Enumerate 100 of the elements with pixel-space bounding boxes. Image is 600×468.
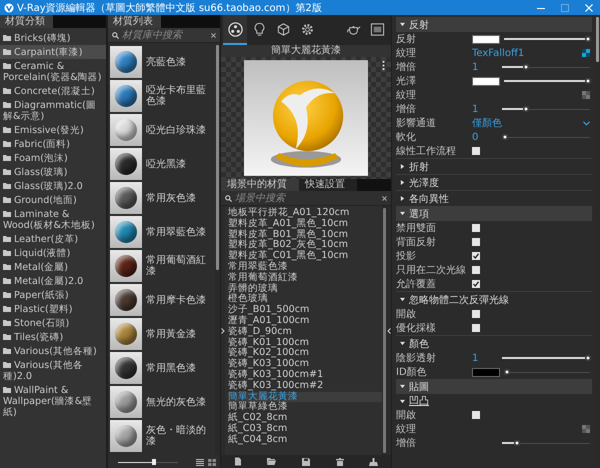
category-item[interactable]: Various(其他各種)2.0: [0, 358, 106, 383]
scene-material-item[interactable]: 簡單草綠色漆: [228, 402, 382, 414]
scene-material-item[interactable]: 瓷磚_K01_100cm: [228, 338, 382, 348]
scene-material-item[interactable]: 瀝青_A01_100cm: [228, 316, 382, 327]
section-header[interactable]: 顏色: [396, 335, 592, 351]
section-header[interactable]: 折射: [396, 158, 592, 174]
panel-tab[interactable]: 材質列表: [108, 15, 161, 28]
scene-material-item[interactable]: 瓷磚_K03_100cm#1: [228, 370, 382, 381]
slider[interactable]: [502, 134, 590, 140]
close-icon[interactable]: [584, 2, 594, 12]
scene-material-item[interactable]: 橙色玻璃: [228, 294, 382, 306]
category-item[interactable]: Liquid(液體): [0, 246, 106, 260]
material-item[interactable]: 常用黃金漆: [110, 318, 215, 350]
category-item[interactable]: Ceramic & Porcelain(瓷器&陶器): [0, 59, 106, 84]
category-item[interactable]: Paper(紙張): [0, 288, 106, 302]
scene-material-item[interactable]: 地板平行拼花_A01_120cm: [228, 208, 382, 219]
checkbox[interactable]: [472, 280, 480, 288]
clear-icon[interactable]: [211, 32, 216, 38]
checkbox[interactable]: [472, 310, 480, 318]
slider[interactable]: [502, 355, 590, 361]
scene-material-item[interactable]: 塑料皮革_B01_黑色_10cm: [228, 230, 382, 240]
section-header[interactable]: 選項: [396, 206, 592, 221]
slider-thumb[interactable]: [514, 440, 520, 446]
scene-material-item[interactable]: 瓷磚_D_90cm: [228, 326, 382, 338]
channel-dropdown[interactable]: 僅顏色: [472, 116, 502, 130]
scene-material-item[interactable]: 瓷磚_K03_100cm: [228, 359, 382, 370]
search-input[interactable]: 場景中搜索: [235, 192, 379, 204]
scene-material-item[interactable]: 塑料皮革_B02_灰色_10cm: [228, 240, 382, 252]
color-swatch[interactable]: [472, 76, 500, 86]
section-header[interactable]: 忽略物體二次反彈光線: [396, 291, 592, 307]
scene-material-item[interactable]: 常用翠藍色漆: [228, 262, 382, 273]
folder-icon[interactable]: [267, 458, 276, 465]
scene-material-item[interactable]: 瓷磚_K03_100cm#2: [228, 380, 382, 392]
category-item[interactable]: Tiles(瓷磚): [0, 330, 106, 344]
scene-material-item[interactable]: 弄髒的玻璃: [228, 284, 382, 294]
list-view-icon[interactable]: [196, 458, 204, 466]
category-item[interactable]: WallPaint & Wallpaper(牆漆&壁紙): [0, 383, 106, 419]
material-item[interactable]: 常用葡萄酒紅漆: [110, 250, 215, 282]
material-item[interactable]: 灰色・暗淡的漆: [110, 420, 215, 452]
texture-map-icon[interactable]: [582, 49, 590, 57]
checkbox[interactable]: [472, 411, 480, 419]
slider-thumb[interactable]: [522, 106, 529, 112]
checkbox[interactable]: [472, 147, 480, 155]
search-field[interactable]: 材質庫中搜索: [108, 28, 220, 43]
scene-material-item[interactable]: 紙_C03_8cm: [228, 424, 382, 435]
slider[interactable]: [504, 369, 590, 375]
scene-material-item[interactable]: 常用葡萄酒紅漆: [228, 272, 382, 284]
scene-material-item[interactable]: 簡單大麗花黃漆: [228, 392, 382, 402]
category-item[interactable]: Emissive(發光): [0, 123, 106, 137]
category-item[interactable]: Foam(泡沫): [0, 151, 106, 165]
category-item[interactable]: Bricks(磚塊): [0, 31, 106, 45]
scene-material-item[interactable]: 瓷磚_K02_100cm: [228, 348, 382, 360]
material-item[interactable]: 常用灰色漆: [110, 182, 215, 214]
search-field[interactable]: 場景中搜索: [221, 191, 391, 206]
section-header[interactable]: 貼圖: [396, 379, 592, 394]
checkbox[interactable]: [472, 324, 480, 332]
category-item[interactable]: Glass(玻璃)2.0: [0, 179, 106, 193]
panel-tab[interactable]: 材質分類: [0, 15, 53, 28]
scene-material-item[interactable]: 塑料皮革_A01_黑色_10cm: [228, 218, 382, 230]
material-item[interactable]: 啞光白珍珠漆: [110, 114, 215, 146]
checkbox[interactable]: [472, 238, 480, 246]
category-item[interactable]: Ground(地面): [0, 193, 106, 207]
toolbar-tab[interactable]: [223, 15, 247, 45]
new-file-icon[interactable]: [234, 457, 242, 466]
search-input[interactable]: 材質庫中搜索: [122, 29, 208, 41]
tab[interactable]: 場景中的材質: [221, 179, 299, 191]
trash-icon[interactable]: [336, 458, 344, 466]
category-item[interactable]: Leather(皮革): [0, 232, 106, 246]
category-item[interactable]: Metal(金屬): [0, 260, 106, 274]
slider-thumb[interactable]: [522, 64, 529, 70]
slider[interactable]: [504, 78, 590, 84]
material-item[interactable]: 亮藍色漆: [110, 46, 215, 78]
category-item[interactable]: Concrete(混凝土): [0, 84, 106, 98]
slider[interactable]: [504, 36, 590, 42]
scrollbar[interactable]: [382, 206, 387, 455]
material-item[interactable]: 常用黑色漆: [110, 352, 215, 384]
color-swatch[interactable]: [472, 34, 500, 44]
slider-thumb[interactable]: [502, 134, 508, 140]
slider-thumb[interactable]: [584, 36, 591, 42]
slider-thumb[interactable]: [584, 78, 591, 84]
chevron-down-icon[interactable]: [583, 120, 590, 126]
scene-material-item[interactable]: 沙子_B01_500cm: [228, 305, 382, 316]
category-item[interactable]: Plastic(塑料): [0, 302, 106, 316]
chevron-right-icon[interactable]: [221, 328, 225, 334]
material-item[interactable]: 啞光黑漆: [110, 148, 215, 180]
scene-material-item[interactable]: 紙_C04_8cm: [228, 434, 382, 446]
tab[interactable]: 快速設置: [299, 179, 357, 191]
section-header[interactable]: 光澤度: [396, 174, 592, 190]
material-item[interactable]: 啞光卡布里藍色漆: [110, 80, 215, 112]
category-item[interactable]: Glass(玻璃): [0, 165, 106, 179]
more-icon[interactable]: [382, 61, 385, 70]
save-icon[interactable]: [302, 458, 310, 466]
material-item[interactable]: 無光的灰色漆: [110, 386, 215, 418]
clear-icon[interactable]: [382, 196, 387, 200]
checkbox[interactable]: [472, 224, 480, 232]
category-item[interactable]: Various(其他各種): [0, 344, 106, 358]
scene-material-item[interactable]: 紙_C02_8cm: [228, 413, 382, 424]
texture-link[interactable]: TexFalloff1: [472, 48, 524, 58]
grid-view-icon[interactable]: [208, 458, 216, 466]
category-item[interactable]: Fabric(面料): [0, 137, 106, 151]
